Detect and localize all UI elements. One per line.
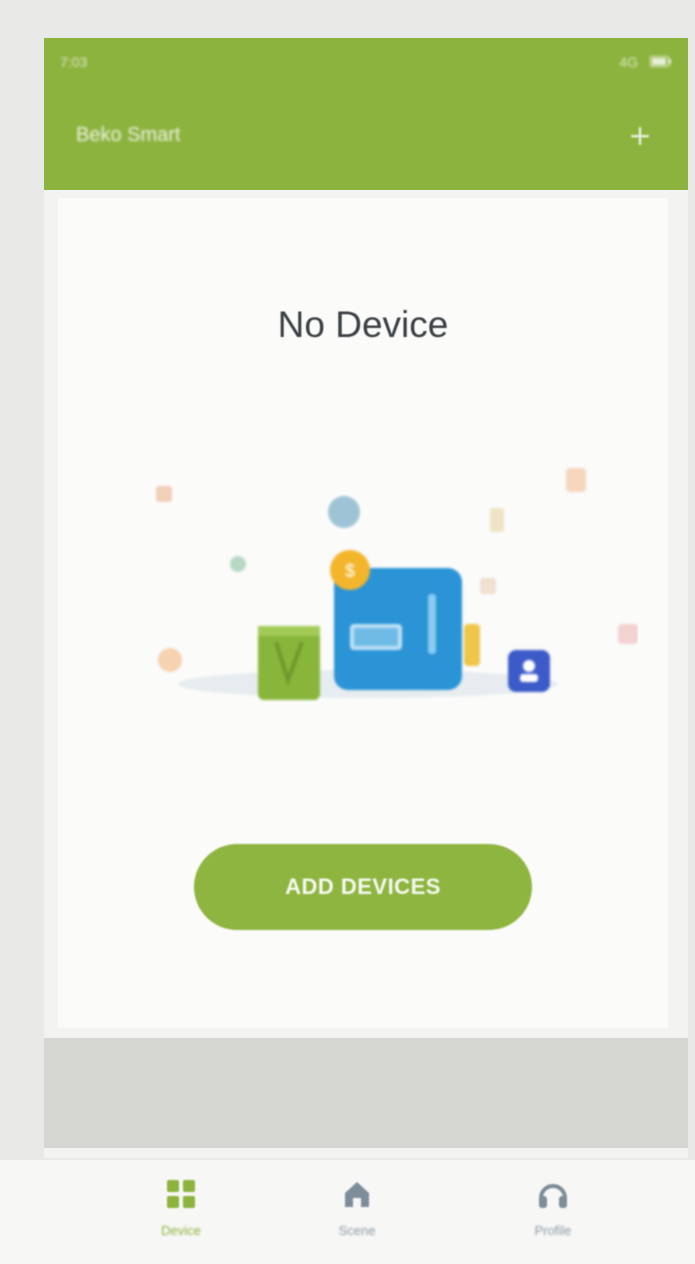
tab-profile-label: Profile [534,1223,572,1238]
home-icon [339,1176,375,1217]
grid-icon [163,1176,199,1217]
tab-profile[interactable]: Profile [498,1176,608,1256]
tab-scene[interactable]: Scene [302,1176,412,1256]
battery-icon [650,54,672,70]
status-time: 7:03 [60,54,88,70]
plus-icon: + [629,115,651,156]
status-bar: 7:03 4G [60,48,672,76]
add-devices-button[interactable]: ADD DEVICES [194,844,532,930]
phone-screen: 7:03 4G Beko Smart + No Device $ ADD DEV… [44,38,688,1158]
empty-state-title: No Device [277,304,449,345]
tab-scene-label: Scene [338,1223,376,1238]
devices-illustration: $ [156,468,638,700]
tab-device-label: Device [161,1223,201,1238]
empty-state-card: No Device $ ADD DEVICES [58,198,668,1028]
svg-text:$: $ [345,561,355,581]
tab-device[interactable]: Device [126,1176,236,1256]
network-indicator: 4G [619,54,638,70]
add-device-plus-button[interactable]: + [620,115,660,156]
app-header: 7:03 4G Beko Smart + [44,38,688,190]
bottom-tab-bar: Device Scene Profile [0,1160,695,1264]
headset-icon [535,1176,571,1217]
background-band [44,1038,688,1148]
app-title: Beko Smart [76,124,181,146]
